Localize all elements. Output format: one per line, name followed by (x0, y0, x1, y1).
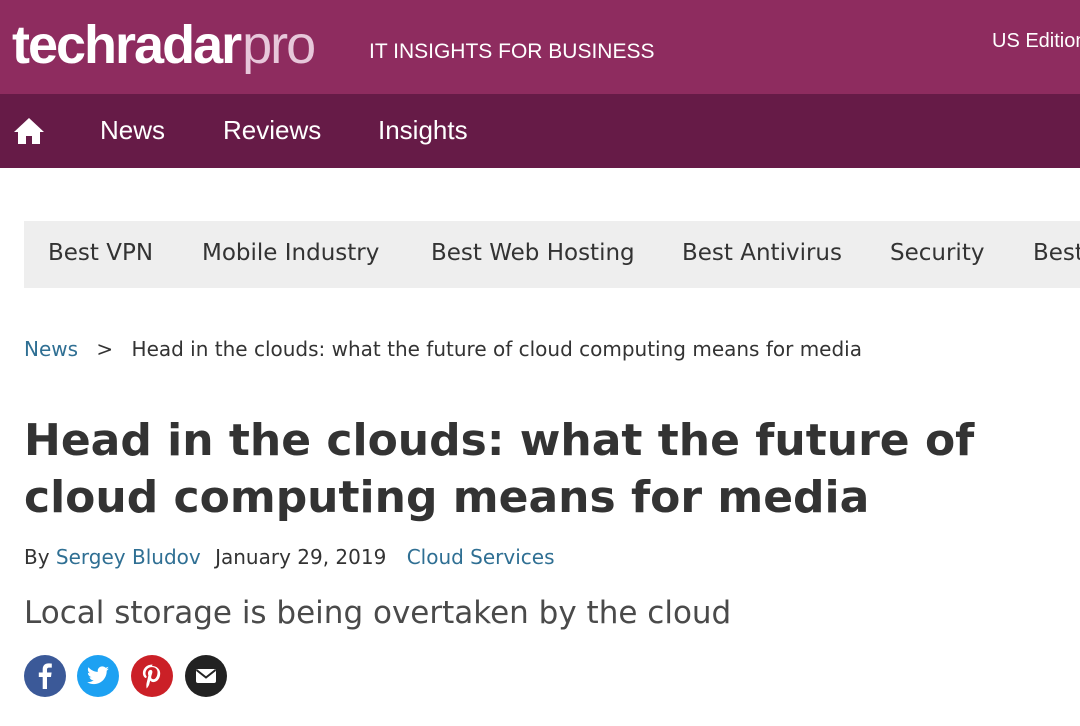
breadcrumb-separator: > (96, 337, 114, 361)
email-share-button[interactable] (185, 655, 227, 697)
nav-item-insights[interactable]: Insights (378, 115, 468, 146)
publish-date: January 29, 2019 (215, 545, 387, 569)
facebook-icon (38, 663, 52, 689)
site-logo[interactable]: techradar pro (12, 14, 316, 76)
category-link[interactable]: Cloud Services (407, 545, 555, 569)
site-tagline: IT INSIGHTS FOR BUSINESS (369, 40, 655, 63)
edition-selector[interactable]: US Edition (992, 30, 1080, 53)
twitter-icon (87, 666, 109, 685)
email-icon (195, 669, 217, 683)
article-subtitle: Local storage is being overtaken by the … (24, 595, 732, 631)
topic-mobile-industry[interactable]: Mobile Industry (202, 240, 379, 266)
byline-prefix: By (24, 545, 50, 569)
main-nav: News Reviews Insights (0, 94, 1080, 168)
author-link[interactable]: Sergey Bludov (56, 545, 201, 569)
article-title: Head in the clouds: what the future of c… (24, 415, 975, 523)
nav-item-news[interactable]: News (100, 115, 165, 146)
topic-best-vpn[interactable]: Best VPN (48, 240, 153, 266)
topic-best[interactable]: Best (1033, 240, 1080, 266)
facebook-share-button[interactable] (24, 655, 66, 697)
twitter-share-button[interactable] (77, 655, 119, 697)
article-byline: By Sergey Bludov January 29, 2019 Cloud … (24, 545, 555, 569)
home-icon[interactable] (10, 112, 48, 150)
breadcrumb-current: Head in the clouds: what the future of c… (131, 337, 862, 361)
pinterest-share-button[interactable] (131, 655, 173, 697)
breadcrumb-news-link[interactable]: News (24, 337, 78, 361)
pinterest-icon (142, 664, 161, 689)
topic-security[interactable]: Security (890, 240, 984, 266)
topic-best-antivirus[interactable]: Best Antivirus (682, 240, 842, 266)
breadcrumb: News > Head in the clouds: what the futu… (24, 337, 862, 361)
topic-nav: Best VPN Mobile Industry Best Web Hostin… (24, 221, 1080, 288)
logo-main-text: techradar (12, 15, 242, 75)
topic-best-web-hosting[interactable]: Best Web Hosting (431, 240, 635, 266)
logo-pro-text: pro (242, 15, 316, 75)
site-header: techradar pro IT INSIGHTS FOR BUSINESS U… (0, 0, 1080, 94)
nav-item-reviews[interactable]: Reviews (223, 115, 321, 146)
